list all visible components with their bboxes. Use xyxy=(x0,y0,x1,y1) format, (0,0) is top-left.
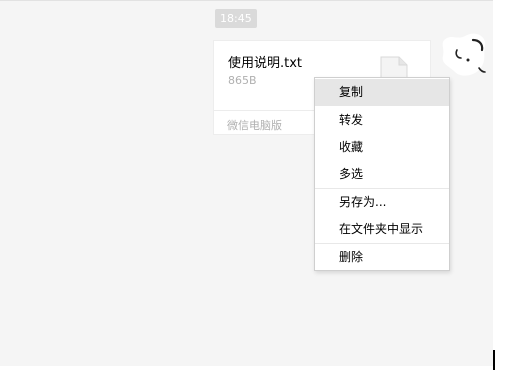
file-name: 使用说明.txt xyxy=(228,56,303,71)
menu-item-copy[interactable]: 复制 xyxy=(315,79,449,106)
menu-item-forward[interactable]: 转发 xyxy=(315,107,449,134)
context-menu: 复制 转发 收藏 多选 另存为... 在文件夹中显示 删除 xyxy=(314,77,450,271)
file-source-label: 微信电脑版 xyxy=(227,119,282,132)
text-cursor xyxy=(493,350,495,370)
menu-item-save-as[interactable]: 另存为... xyxy=(315,189,449,216)
avatar-icon[interactable] xyxy=(435,28,490,83)
chat-area: 18:45 使用说明.txt 865B 微信电脑版 复制 转发 收藏 多选 另存… xyxy=(0,0,493,366)
menu-item-delete[interactable]: 删除 xyxy=(315,244,449,271)
file-size: 865B xyxy=(228,74,257,87)
window-right-edge xyxy=(493,0,513,370)
menu-item-multiselect[interactable]: 多选 xyxy=(315,161,449,188)
menu-item-show-in-folder[interactable]: 在文件夹中显示 xyxy=(315,216,449,243)
message-timestamp: 18:45 xyxy=(215,9,257,28)
menu-item-favorite[interactable]: 收藏 xyxy=(315,134,449,161)
